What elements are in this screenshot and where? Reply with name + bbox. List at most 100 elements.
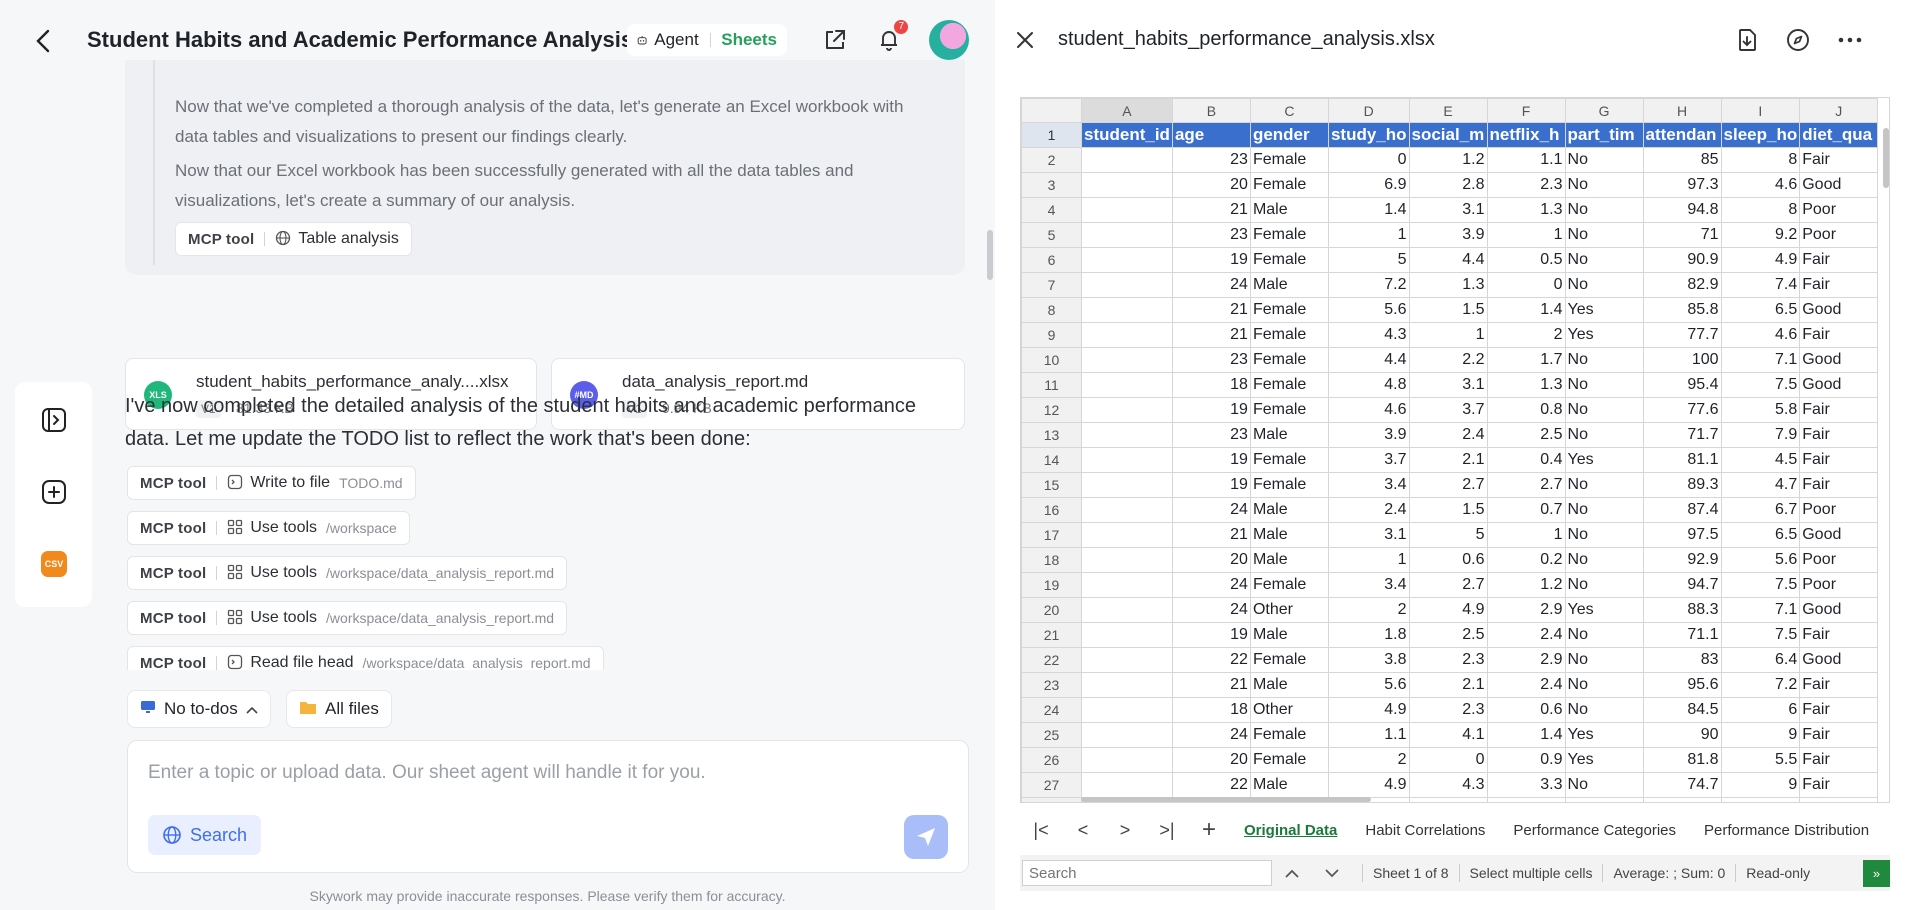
cell[interactable]: Fair	[1799, 622, 1879, 648]
cell[interactable]	[1081, 747, 1173, 773]
cell[interactable]	[1081, 172, 1173, 198]
header-cell[interactable]: part_tim	[1564, 122, 1644, 148]
cell[interactable]: 21	[1171, 322, 1251, 348]
cell[interactable]: 97.3	[1642, 172, 1722, 198]
cell[interactable]: 2.7	[1408, 472, 1488, 498]
cell[interactable]: 23	[1171, 222, 1251, 248]
cell[interactable]: Male	[1249, 497, 1329, 523]
cell[interactable]: 4.9	[1327, 697, 1410, 723]
header-cell[interactable]: netflix_h	[1486, 122, 1566, 148]
cell[interactable]: 4.4	[1408, 247, 1488, 273]
cell[interactable]: 24	[1171, 497, 1251, 523]
row-number[interactable]: 9	[1021, 322, 1082, 348]
cell[interactable]: 19	[1171, 397, 1251, 423]
cell[interactable]: Female	[1249, 297, 1329, 323]
cell[interactable]: Female	[1249, 247, 1329, 273]
column-header[interactable]: J	[1799, 98, 1879, 123]
cell[interactable]: Female	[1249, 572, 1329, 598]
row-number[interactable]: 13	[1021, 422, 1082, 448]
cell[interactable]: 1	[1486, 222, 1566, 248]
cell[interactable]: 2.8	[1408, 172, 1488, 198]
avatar[interactable]	[929, 20, 969, 60]
row-number[interactable]: 20	[1021, 597, 1082, 623]
cell[interactable]: Good	[1799, 347, 1879, 373]
cell[interactable]: Poor	[1799, 547, 1879, 573]
cell[interactable]: 19	[1171, 447, 1251, 473]
cell[interactable]: 1.5	[1408, 297, 1488, 323]
cell[interactable]: 1.3	[1486, 372, 1566, 398]
cell[interactable]: 2.5	[1408, 622, 1488, 648]
cell[interactable]: 90.9	[1642, 247, 1722, 273]
cell[interactable]: 82.9	[1642, 272, 1722, 298]
cell[interactable]	[1408, 797, 1488, 802]
cell[interactable]: No	[1564, 347, 1644, 373]
cell[interactable]: 6.4	[1720, 647, 1801, 673]
cell[interactable]: Female	[1249, 222, 1329, 248]
cell[interactable]	[1081, 722, 1173, 748]
column-header[interactable]: I	[1720, 98, 1801, 123]
cell[interactable]: 1	[1408, 322, 1488, 348]
cell[interactable]: 6	[1720, 697, 1801, 723]
row-number[interactable]: 26	[1021, 747, 1082, 773]
cell[interactable]	[1081, 247, 1173, 273]
cell[interactable]: 4.3	[1327, 322, 1410, 348]
cell[interactable]: Male	[1249, 422, 1329, 448]
cell[interactable]: No	[1564, 147, 1644, 173]
cell[interactable]: 6.5	[1720, 297, 1801, 323]
cell[interactable]	[1486, 797, 1566, 802]
cell[interactable]: Female	[1249, 347, 1329, 373]
cell[interactable]: Male	[1249, 772, 1329, 798]
column-header[interactable]: G	[1564, 98, 1644, 123]
cell[interactable]: Fair	[1799, 672, 1879, 698]
cell[interactable]	[1081, 672, 1173, 698]
cell[interactable]: No	[1564, 772, 1644, 798]
cell[interactable]: 3.7	[1408, 397, 1488, 423]
cell[interactable]: Female	[1249, 647, 1329, 673]
cell[interactable]: Male	[1249, 272, 1329, 298]
cell[interactable]: No	[1564, 697, 1644, 723]
cell[interactable]: 100	[1642, 347, 1722, 373]
cell[interactable]: 2.9	[1486, 647, 1566, 673]
row-number[interactable]: 8	[1021, 297, 1082, 323]
cell[interactable]: 87.4	[1642, 497, 1722, 523]
add-sheet-button[interactable]: +	[1188, 814, 1230, 846]
tool-call-chip[interactable]: MCP tool Use tools /workspace	[127, 511, 410, 545]
cell[interactable]: Female	[1249, 722, 1329, 748]
cell[interactable]: 1.2	[1408, 147, 1488, 173]
cell[interactable]: Fair	[1799, 247, 1879, 273]
select-all-corner[interactable]	[1021, 98, 1082, 123]
cell[interactable]: 3.4	[1327, 472, 1410, 498]
row-number[interactable]: 4	[1021, 197, 1082, 223]
row-number[interactable]: 5	[1021, 222, 1082, 248]
cell[interactable]: 6.9	[1327, 172, 1410, 198]
cell[interactable]: 7.2	[1327, 272, 1410, 298]
cell[interactable]: No	[1564, 422, 1644, 448]
cell[interactable]: No	[1564, 272, 1644, 298]
cell[interactable]: 85	[1642, 147, 1722, 173]
row-number[interactable]: 24	[1021, 697, 1082, 723]
cell[interactable]: 3.9	[1327, 422, 1410, 448]
row-number[interactable]: 6	[1021, 247, 1082, 273]
cell[interactable]: Female	[1249, 172, 1329, 198]
cell[interactable]	[1081, 622, 1173, 648]
row-number[interactable]: 23	[1021, 672, 1082, 698]
cell[interactable]: Fair	[1799, 772, 1879, 798]
tool-call-chip[interactable]: MCP tool Use tools /workspace/data_analy…	[127, 556, 568, 590]
csv-agent-button[interactable]: CSV	[40, 550, 68, 578]
cell[interactable]: 6.7	[1720, 497, 1801, 523]
cell[interactable]: 71	[1642, 222, 1722, 248]
cell[interactable]: Fair	[1799, 447, 1879, 473]
open-external-button[interactable]	[1782, 24, 1814, 56]
cell[interactable]: 7.5	[1720, 622, 1801, 648]
cell[interactable]	[1081, 697, 1173, 723]
new-chat-button[interactable]	[40, 478, 68, 506]
cell[interactable]: 2.4	[1486, 622, 1566, 648]
cell[interactable]: 0.2	[1486, 547, 1566, 573]
cell[interactable]	[1081, 222, 1173, 248]
tab-original-data[interactable]: Original Data	[1230, 822, 1351, 839]
cell[interactable]: 0	[1486, 272, 1566, 298]
cell[interactable]: Poor	[1799, 572, 1879, 598]
cell[interactable]: 19	[1171, 622, 1251, 648]
cell[interactable]: 18	[1171, 372, 1251, 398]
tool-call-chip[interactable]: MCP tool Read file head /workspace/data_…	[127, 646, 604, 670]
